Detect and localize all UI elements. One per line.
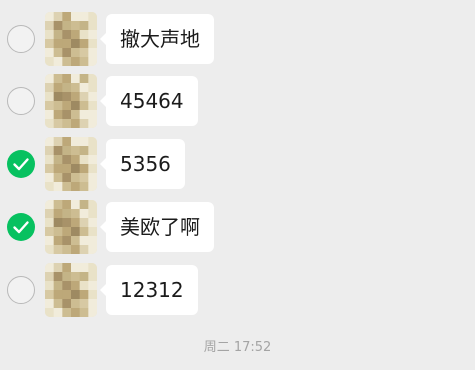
sender-avatar[interactable] xyxy=(45,74,97,128)
sender-avatar[interactable] xyxy=(45,12,97,66)
select-circle-icon[interactable] xyxy=(7,25,35,53)
sender-avatar[interactable] xyxy=(45,137,97,191)
message-bubble[interactable]: 5356 xyxy=(100,139,185,189)
message-bubble[interactable]: 12312 xyxy=(100,265,198,315)
pixelated-avatar-icon xyxy=(45,263,97,317)
message-bubble[interactable]: 美欧了啊 xyxy=(100,202,214,252)
chat-message-list: 撤大声地 45464 5356 美欧了啊 12312 周二 17:52 xyxy=(0,0,475,370)
message-row[interactable]: 5356 xyxy=(0,136,475,194)
pixelated-avatar-icon xyxy=(45,12,97,66)
selected-check-icon[interactable] xyxy=(7,150,35,178)
select-circle-icon[interactable] xyxy=(7,276,35,304)
message-row[interactable]: 美欧了啊 xyxy=(0,199,475,257)
message-row[interactable]: 45464 xyxy=(0,73,475,131)
message-row[interactable]: 12312 xyxy=(0,262,475,320)
message-timestamp: 周二 17:52 xyxy=(203,340,272,355)
pixelated-avatar-icon xyxy=(45,137,97,191)
message-bubble[interactable]: 撤大声地 xyxy=(100,14,214,64)
sender-avatar[interactable] xyxy=(45,200,97,254)
message-bubble[interactable]: 45464 xyxy=(100,76,198,126)
pixelated-avatar-icon xyxy=(45,200,97,254)
sender-avatar[interactable] xyxy=(45,263,97,317)
pixelated-avatar-icon xyxy=(45,74,97,128)
select-circle-icon[interactable] xyxy=(7,87,35,115)
selected-check-icon[interactable] xyxy=(7,213,35,241)
message-row[interactable]: 撤大声地 xyxy=(0,11,475,69)
